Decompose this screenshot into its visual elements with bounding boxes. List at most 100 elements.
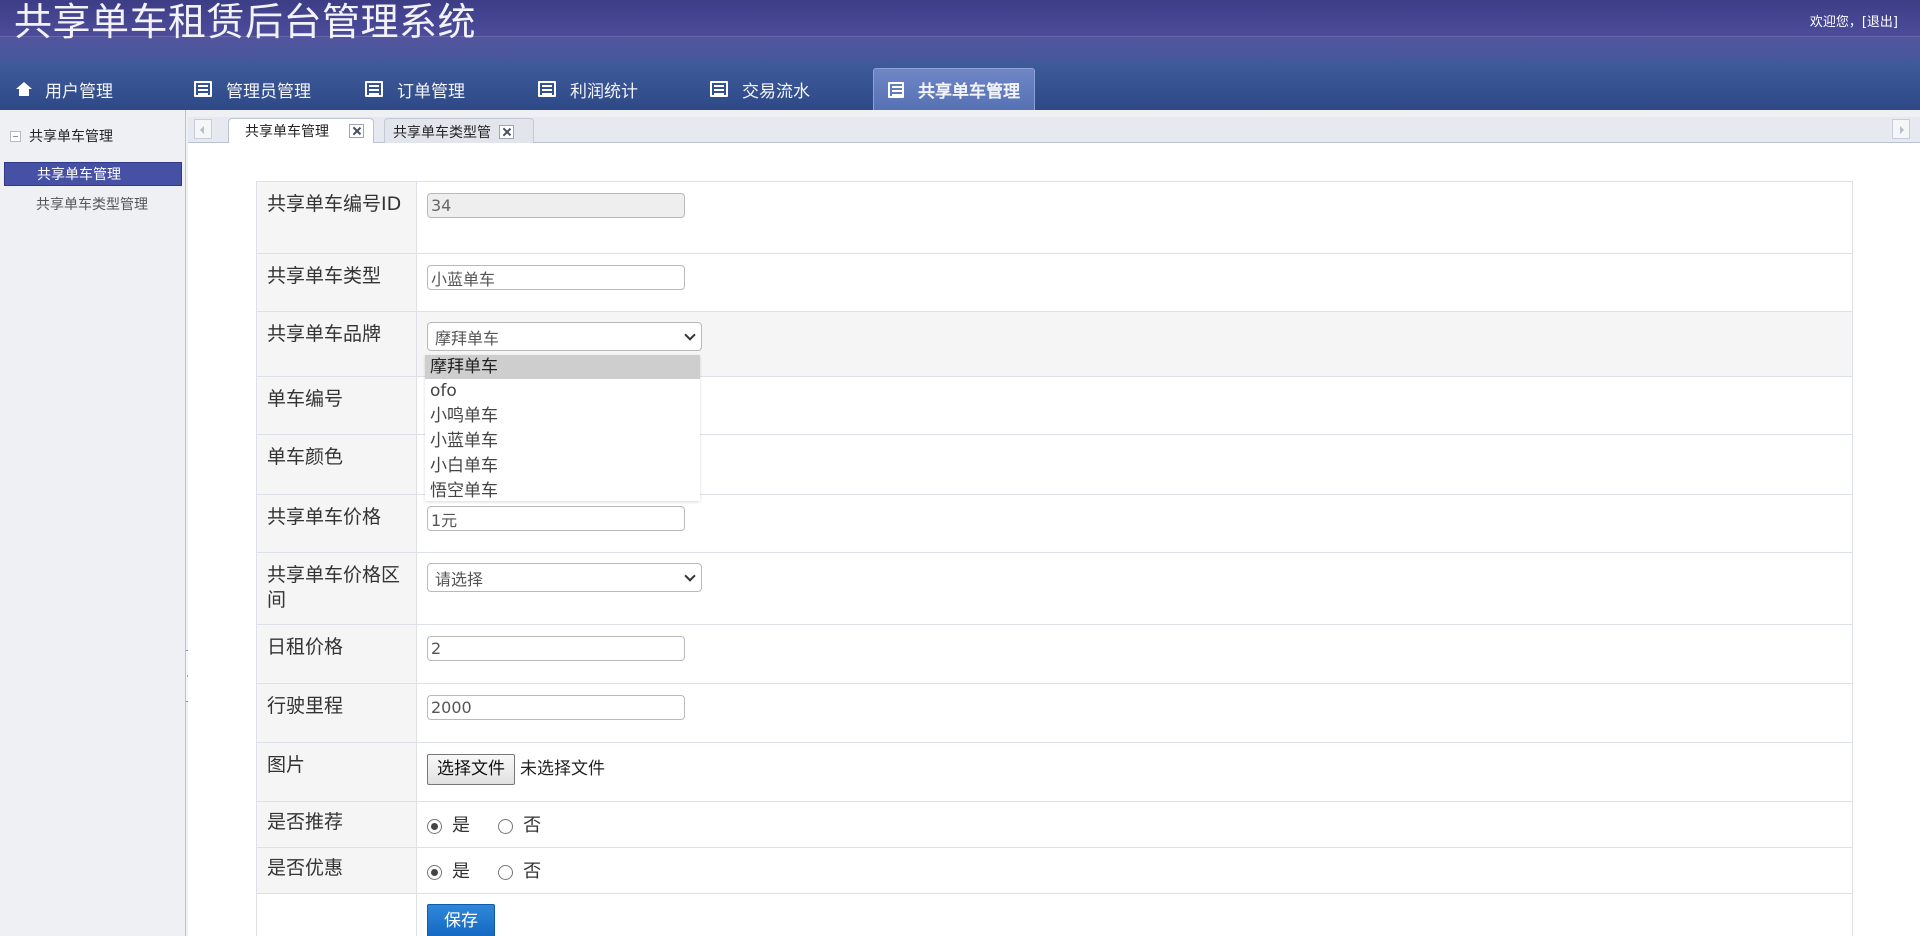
tab-scroll-right-icon[interactable] bbox=[1892, 119, 1910, 139]
dropdown-option[interactable]: 小蓝单车 bbox=[425, 429, 700, 454]
welcome-area: 欢迎您，[退出] bbox=[1810, 11, 1898, 30]
nav-tab-bikes[interactable]: 共享单车管理 bbox=[873, 68, 1035, 110]
recommend-yes-radio[interactable] bbox=[427, 819, 442, 834]
field-cell: 是 否 bbox=[417, 848, 1852, 893]
form-row-image: 图片 选择文件 未选择文件 bbox=[257, 743, 1852, 802]
main-nav: 用户管理 管理员管理 订单管理 利润统计 交易流水 共享单车管理 bbox=[0, 62, 1920, 110]
sidebar-section-title: 共享单车管理 bbox=[29, 129, 113, 145]
field-label: 单车颜色 bbox=[257, 435, 417, 494]
form-row-price-range: 共享单车价格区间 请选择 bbox=[257, 553, 1852, 625]
field-label: 是否优惠 bbox=[257, 848, 417, 893]
recommend-no-radio[interactable] bbox=[498, 819, 514, 834]
app-header: 共享单车租赁后台管理系统 欢迎您，[退出] bbox=[0, 0, 1920, 62]
chevron-down-icon bbox=[684, 569, 696, 582]
nav-tab-admins[interactable]: 管理员管理 bbox=[180, 68, 325, 110]
doc-tab-bike-management[interactable]: 共享单车管理 bbox=[228, 118, 374, 144]
nav-tab-label: 共享单车管理 bbox=[918, 82, 1020, 102]
bike-price-field[interactable] bbox=[427, 506, 685, 531]
nav-tab-users[interactable]: 用户管理 bbox=[2, 68, 127, 110]
form-row-recommend: 是否推荐 是 否 bbox=[257, 802, 1852, 848]
form-row-discount: 是否优惠 是 否 bbox=[257, 848, 1852, 894]
sidebar-item-bike-type-management[interactable]: 共享单车类型管理 bbox=[4, 193, 182, 217]
form-row-mileage: 行驶里程 bbox=[257, 684, 1852, 743]
price-range-select[interactable]: 请选择 bbox=[427, 563, 702, 592]
radio-label: 是 bbox=[452, 815, 470, 836]
bike-brand-dropdown-list: 摩拜单车 ofo 小鸣单车 小蓝单车 小白单车 悟空单车 bbox=[425, 355, 700, 501]
main-content: 共享单车编号ID 共享单车类型 共享单车品牌 摩拜单车 单车编号 bbox=[188, 143, 1920, 936]
logout-link[interactable]: [退出] bbox=[1862, 15, 1898, 30]
field-label: 共享单车编号ID bbox=[257, 182, 417, 253]
field-label: 共享单车价格区间 bbox=[257, 553, 417, 624]
nav-tab-label: 交易流水 bbox=[742, 81, 810, 102]
select-value: 请选择 bbox=[435, 569, 484, 589]
tab-scroll-left-icon[interactable] bbox=[194, 119, 212, 139]
field-cell: 是 否 bbox=[417, 802, 1852, 847]
chevron-down-icon bbox=[684, 328, 696, 341]
field-label: 图片 bbox=[257, 743, 417, 801]
dropdown-option[interactable]: 小白单车 bbox=[425, 454, 700, 479]
choose-file-button[interactable]: 选择文件 bbox=[427, 754, 515, 785]
bike-brand-select[interactable]: 摩拜单车 bbox=[427, 322, 702, 351]
field-cell: 选择文件 未选择文件 bbox=[417, 743, 1852, 801]
field-label: 是否推荐 bbox=[257, 802, 417, 847]
field-cell: 保存 bbox=[417, 894, 1852, 936]
app-title: 共享单车租赁后台管理系统 bbox=[14, 0, 477, 44]
sidebar: 共享单车管理 共享单车管理 共享单车类型管理 bbox=[0, 110, 186, 936]
field-label: 共享单车价格 bbox=[257, 495, 417, 552]
dropdown-option[interactable]: ofo bbox=[425, 379, 700, 404]
sidebar-section-header[interactable]: 共享单车管理 bbox=[10, 126, 113, 146]
list-icon bbox=[710, 81, 728, 97]
nav-tab-transactions[interactable]: 交易流水 bbox=[696, 68, 824, 110]
doc-tab-label: 共享单车类型管 bbox=[393, 124, 491, 141]
doc-tab-bike-type-management[interactable]: 共享单车类型管 bbox=[384, 118, 534, 144]
save-button[interactable]: 保存 bbox=[427, 904, 495, 936]
sidebar-item-bike-management[interactable]: 共享单车管理 bbox=[4, 162, 182, 186]
field-label bbox=[257, 894, 417, 936]
nav-tab-label: 用户管理 bbox=[45, 81, 113, 102]
field-label: 行驶里程 bbox=[257, 684, 417, 742]
nav-tab-label: 订单管理 bbox=[397, 81, 465, 102]
nav-tab-orders[interactable]: 订单管理 bbox=[351, 68, 479, 110]
nav-tab-profit[interactable]: 利润统计 bbox=[524, 68, 652, 110]
close-icon[interactable] bbox=[349, 124, 364, 138]
welcome-text: 欢迎您， bbox=[1809, 15, 1862, 30]
field-cell bbox=[417, 182, 1852, 253]
form-row-actions: 保存 bbox=[257, 894, 1852, 936]
field-label: 日租价格 bbox=[257, 625, 417, 683]
dropdown-option[interactable]: 小鸣单车 bbox=[425, 404, 700, 429]
field-cell: 请选择 bbox=[417, 553, 1852, 624]
daily-price-field[interactable] bbox=[427, 636, 685, 661]
list-icon bbox=[538, 81, 556, 97]
list-icon bbox=[365, 81, 383, 97]
discount-no-radio[interactable] bbox=[498, 865, 514, 880]
radio-label: 否 bbox=[523, 815, 542, 836]
close-icon[interactable] bbox=[499, 124, 514, 139]
field-label: 单车编号 bbox=[257, 377, 417, 434]
list-icon bbox=[888, 81, 904, 98]
dropdown-option[interactable]: 悟空单车 bbox=[425, 479, 700, 504]
list-icon bbox=[194, 81, 212, 97]
radio-label: 否 bbox=[523, 861, 542, 882]
home-icon bbox=[16, 82, 32, 96]
radio-label: 是 bbox=[452, 861, 470, 882]
field-label: 共享单车品牌 bbox=[257, 312, 417, 376]
field-cell bbox=[417, 625, 1852, 683]
bike-edit-form: 共享单车编号ID 共享单车类型 共享单车品牌 摩拜单车 单车编号 bbox=[256, 181, 1853, 936]
collapse-toggle-icon bbox=[10, 130, 21, 142]
doc-tab-label: 共享单车管理 bbox=[245, 124, 329, 140]
mileage-field[interactable] bbox=[427, 695, 685, 720]
form-row-daily-price: 日租价格 bbox=[257, 625, 1852, 684]
dropdown-option[interactable]: 摩拜单车 bbox=[425, 355, 700, 379]
nav-tab-label: 利润统计 bbox=[570, 81, 638, 102]
form-row-type: 共享单车类型 bbox=[257, 254, 1852, 312]
file-status-text: 未选择文件 bbox=[520, 759, 605, 779]
form-row-id: 共享单车编号ID bbox=[257, 182, 1852, 254]
select-value: 摩拜单车 bbox=[435, 328, 500, 348]
nav-tab-label: 管理员管理 bbox=[226, 81, 311, 102]
field-label: 共享单车类型 bbox=[257, 254, 417, 311]
bike-id-field[interactable] bbox=[427, 193, 685, 218]
document-tab-strip: 共享单车管理 共享单车类型管 bbox=[188, 117, 1920, 144]
field-cell bbox=[417, 254, 1852, 311]
discount-yes-radio[interactable] bbox=[427, 865, 442, 880]
bike-type-field[interactable] bbox=[427, 265, 685, 290]
